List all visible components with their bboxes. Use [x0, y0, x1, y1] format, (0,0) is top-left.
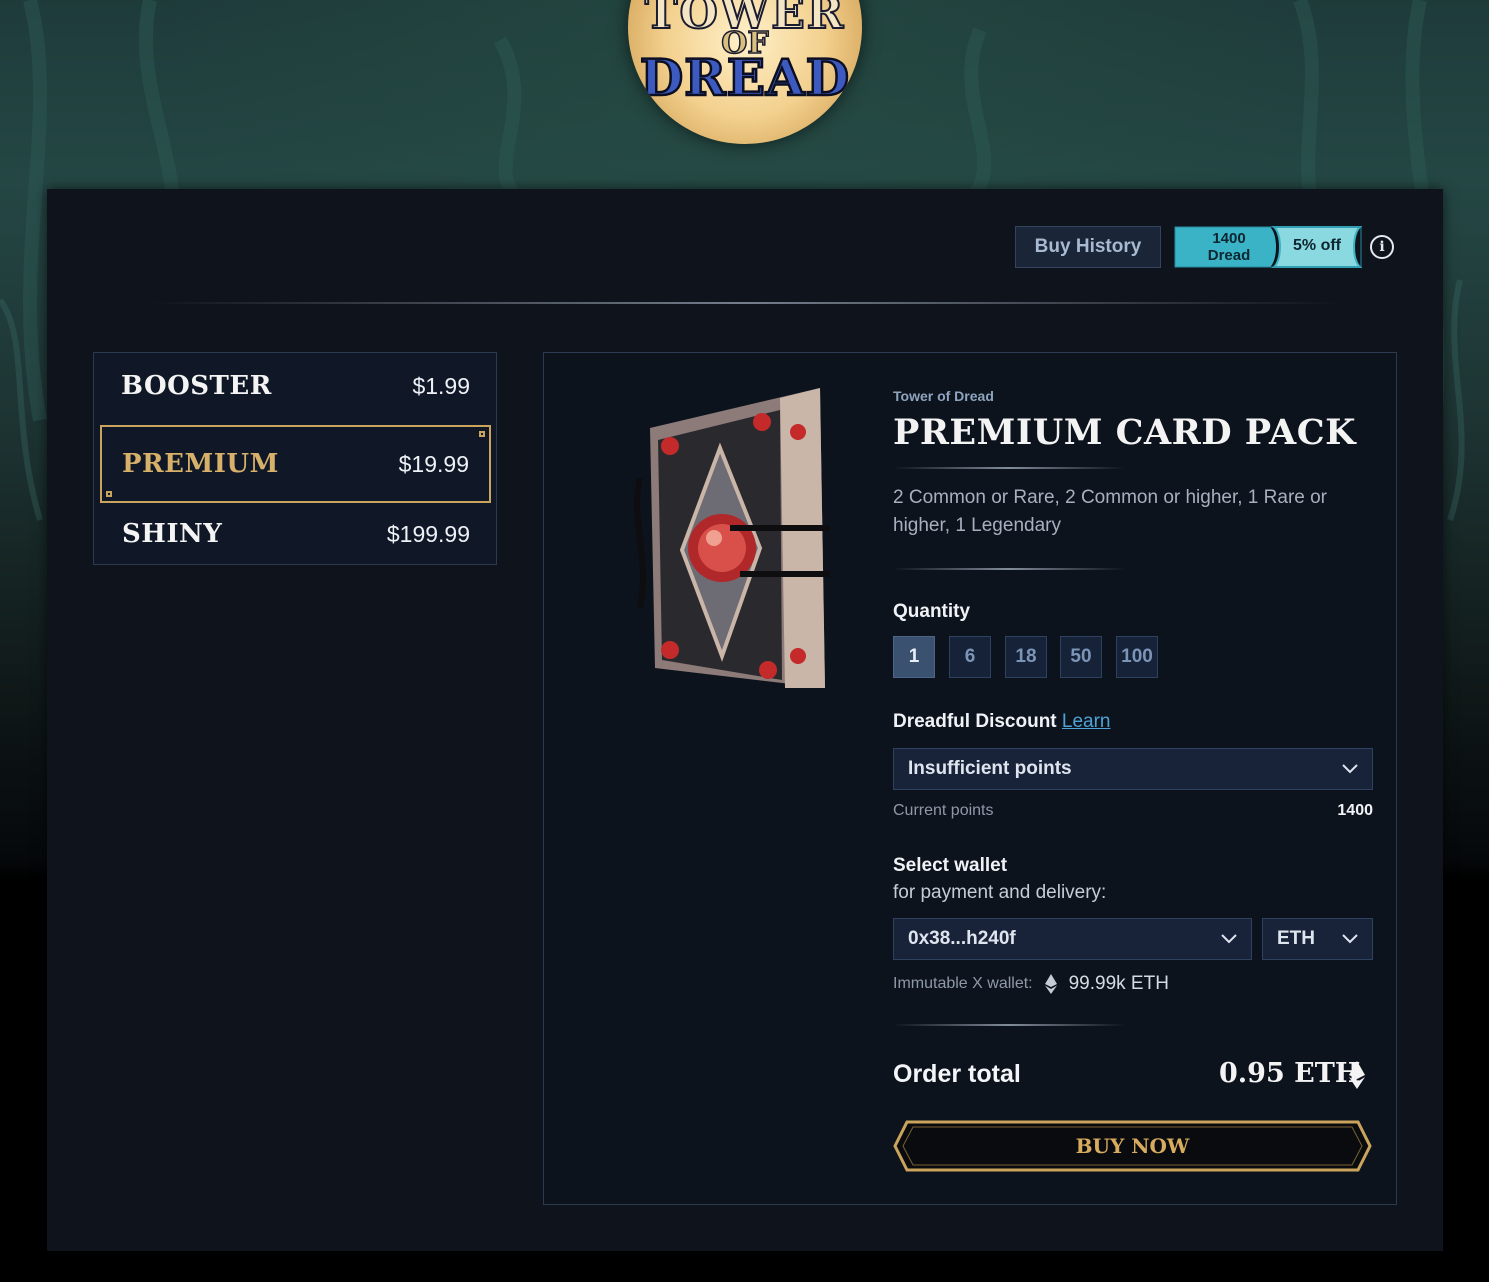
description-divider: [893, 568, 1125, 570]
pack-price: $1.99: [412, 372, 470, 399]
chevron-down-icon: [1221, 934, 1237, 944]
select-wallet-label: Select wallet: [893, 855, 1008, 876]
pack-item-premium[interactable]: PREMIUM $19.99: [100, 425, 491, 503]
order-divider: [893, 1024, 1125, 1026]
buy-history-button[interactable]: Buy History: [1015, 226, 1161, 268]
buy-now-button[interactable]: BUY NOW: [893, 1120, 1372, 1172]
dread-points-badge[interactable]: 1400 Dread 5% off: [1174, 226, 1362, 268]
wallet-address-select[interactable]: 0x38...h240f: [893, 918, 1252, 960]
frame-corner-ornament: [106, 491, 112, 497]
order-total-value: 0.95 ETH: [1219, 1058, 1361, 1089]
pack-name: PREMIUM: [122, 449, 279, 479]
discount-select[interactable]: Insufficient points: [893, 748, 1373, 790]
pack-price: $199.99: [386, 520, 470, 547]
pack-list: BOOSTER $1.99 PREMIUM $19.99 SHINY $199.…: [93, 352, 497, 565]
quantity-option-6[interactable]: 6: [949, 636, 991, 678]
eth-icon: [1349, 1061, 1365, 1089]
wallet-balance-value: 99.99k ETH: [1068, 973, 1169, 994]
current-points-value: 1400: [1337, 802, 1373, 819]
pack-item-booster[interactable]: BOOSTER $1.99: [94, 353, 498, 419]
title-divider: [893, 467, 1125, 469]
order-total-label: Order total: [893, 1060, 1021, 1088]
select-wallet-sublabel: for payment and delivery:: [893, 882, 1107, 903]
dread-discount-label: 5% off: [1293, 237, 1341, 254]
chevron-down-icon: [1342, 764, 1358, 774]
pack-item-shiny[interactable]: SHINY $199.99: [94, 501, 498, 567]
currency-value: ETH: [1277, 928, 1315, 949]
pack-price: $19.99: [398, 450, 469, 477]
quantity-option-1[interactable]: 1: [893, 636, 935, 678]
tower-of-dread-logo: TOWER OF DREAD: [628, 0, 862, 144]
quantity-option-18[interactable]: 18: [1005, 636, 1047, 678]
quantity-option-100[interactable]: 100: [1116, 636, 1158, 678]
current-points-label: Current points: [893, 802, 994, 819]
wallet-balance-row: Immutable X wallet: 99.99k ETH: [893, 973, 1169, 995]
info-icon[interactable]: i: [1370, 235, 1394, 259]
buy-now-label: BUY NOW: [1075, 1134, 1190, 1158]
currency-select[interactable]: ETH: [1262, 918, 1373, 960]
product-description: 2 Common or Rare, 2 Common or higher, 1 …: [893, 487, 1328, 536]
pack-name: SHINY: [122, 519, 223, 549]
wallet-address: 0x38...h240f: [908, 928, 1016, 949]
discount-select-value: Insufficient points: [908, 758, 1072, 779]
chevron-down-icon: [1342, 934, 1358, 944]
learn-link[interactable]: Learn: [1062, 711, 1111, 732]
header-divider: [150, 302, 1340, 304]
product-brand: Tower of Dread: [893, 388, 994, 404]
card-pack-book-image: [634, 388, 830, 688]
logo-line-dread: DREAD: [639, 47, 851, 109]
discount-label: Dreadful Discount: [893, 711, 1057, 732]
wallet-balance-label: Immutable X wallet:: [893, 975, 1033, 992]
pack-name: BOOSTER: [121, 371, 272, 401]
quantity-option-50[interactable]: 50: [1060, 636, 1102, 678]
frame-corner-ornament: [479, 431, 485, 437]
dread-points-text: 1400 Dread: [1178, 230, 1280, 264]
dread-points-value: 1400: [1212, 230, 1246, 247]
quantity-label: Quantity: [893, 601, 971, 622]
dread-points-unit: Dread: [1207, 247, 1251, 264]
discount-label-row: Dreadful Discount Learn: [893, 711, 1111, 733]
product-title: PREMIUM CARD PACK: [893, 412, 1356, 453]
eth-icon: [1044, 974, 1057, 994]
